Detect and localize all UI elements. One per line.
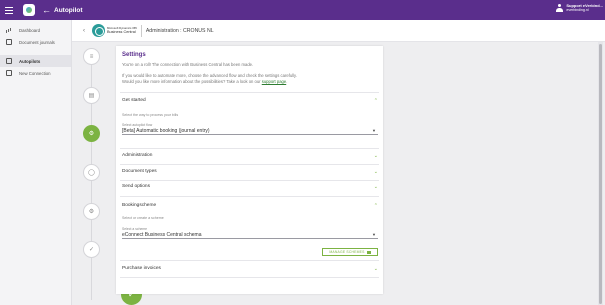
- settings-card: Settings You're on a roll! The connectio…: [116, 46, 383, 294]
- section-administration[interactable]: Administration ⌄: [122, 152, 378, 159]
- document-journal-icon: [6, 39, 12, 45]
- intro-text-3-body: Would you like more information about th…: [122, 79, 261, 84]
- section-send-options[interactable]: Send options ⌄: [122, 183, 378, 190]
- flow-select-label: Select autopilot flow: [122, 123, 153, 127]
- section-get-started[interactable]: Get started ⌃: [122, 97, 378, 104]
- chevron-left-icon[interactable]: ‹: [83, 28, 85, 34]
- divider: [120, 277, 379, 278]
- shield-icon: ◯: [88, 169, 95, 176]
- section-bookingscheme[interactable]: Bookingscheme ⌃: [122, 202, 378, 209]
- bookingscheme-hint: Select or create a scheme: [122, 216, 164, 220]
- chevron-down-icon: ⌄: [373, 152, 378, 159]
- top-bar: ← Autopilot Support eVerbind... everbind…: [0, 0, 605, 20]
- sidebar: Dashboard Document journals Autopilots N…: [0, 20, 72, 305]
- back-arrow-icon[interactable]: ←: [42, 0, 51, 20]
- manage-schemes-label: MANAGE SCHEMES: [329, 250, 365, 254]
- settings-title: Settings: [122, 52, 146, 58]
- scrollbar-thumb[interactable]: [599, 44, 602, 304]
- business-central-logo-icon: [92, 24, 105, 37]
- get-started-hint: Select the way to process your bills: [122, 113, 179, 117]
- section-label: Send options: [122, 184, 151, 189]
- section-label: Bookingscheme: [122, 203, 157, 208]
- dropdown-arrow-icon: ▼: [372, 232, 376, 237]
- step-complete[interactable]: ✓: [83, 241, 100, 258]
- section-label: Purchase invoices: [122, 266, 161, 271]
- sidebar-item-label: Document journals: [19, 39, 55, 45]
- sidebar-item-dashboard[interactable]: Dashboard: [0, 24, 71, 36]
- gear-outline-icon: ⚙: [88, 208, 95, 215]
- logo-line-2: Business Central: [107, 29, 136, 34]
- chart-icon: [6, 27, 12, 33]
- section-document-types[interactable]: Document types ⌄: [122, 168, 378, 175]
- sidebar-item-label: Dashboard: [19, 27, 41, 33]
- autopilot-flow-select[interactable]: [Beta] Automatic booking (journal entry)…: [122, 128, 378, 135]
- chevron-up-icon: ⌃: [373, 97, 378, 104]
- sidebar-item-document-journals[interactable]: Document journals: [0, 36, 71, 48]
- divider: [120, 164, 379, 165]
- autopilot-icon: [6, 58, 12, 64]
- chevron-up-icon: ⌃: [373, 202, 378, 209]
- sidebar-item-autopilots[interactable]: Autopilots: [0, 55, 71, 67]
- flow-select-value: [Beta] Automatic booking (journal entry): [122, 128, 210, 134]
- gear-icon: ⚙: [88, 130, 95, 137]
- sidebar-item-label: Autopilots: [19, 58, 41, 64]
- add-connection-icon: [6, 70, 12, 76]
- intro-text-3: Would you like more information about th…: [122, 79, 287, 84]
- sidebar-item-label: New Connection: [19, 70, 51, 76]
- documents-icon: ▤: [88, 92, 95, 99]
- user-menu[interactable]: Support eVerbind... everbinding.nl: [556, 3, 603, 13]
- menu-icon[interactable]: [5, 0, 19, 20]
- divider: [120, 260, 379, 261]
- page-title: Autopilot: [54, 6, 83, 14]
- manage-schemes-button[interactable]: MANAGE SCHEMES: [322, 248, 378, 256]
- step-config[interactable]: ⚙: [83, 203, 100, 220]
- scheme-select-value: eConnect Business Central schema: [122, 232, 202, 238]
- divider: [120, 196, 379, 197]
- check-icon: ✓: [88, 246, 95, 253]
- intro-text-2: If you would like to automate more, choo…: [122, 73, 297, 78]
- header-divider: [140, 24, 142, 37]
- chevron-down-icon: ⌄: [373, 168, 378, 175]
- scheme-select[interactable]: eConnect Business Central schema ▼: [122, 232, 378, 239]
- divider: [120, 92, 379, 93]
- section-label: Document types: [122, 169, 157, 174]
- administration-title: Administration : CRONUS NL: [145, 27, 214, 34]
- page-scrollbar[interactable]: [598, 42, 603, 305]
- main-header: ‹ Microsoft Dynamics 365 Business Centra…: [72, 20, 605, 42]
- app-logo: [23, 4, 35, 16]
- section-label: Get started: [122, 98, 146, 103]
- manage-icon: [366, 250, 371, 254]
- intro-text-1: You're on a roll! The connection with Bu…: [122, 62, 254, 67]
- section-purchase-invoices[interactable]: Purchase invoices ⌄: [122, 265, 378, 272]
- hamburger-icon: ≡: [89, 53, 94, 60]
- step-shield[interactable]: ◯: [83, 164, 100, 181]
- intro-text-3-end: .: [286, 79, 288, 84]
- dropdown-arrow-icon: ▼: [372, 128, 376, 133]
- business-central-logo: Microsoft Dynamics 365 Business Central: [92, 24, 137, 37]
- user-icon: [556, 3, 564, 13]
- step-documents[interactable]: ▤: [83, 87, 100, 104]
- user-email: everbinding.nl: [566, 8, 589, 12]
- section-label: Administration: [122, 153, 153, 158]
- scheme-select-label: Select a scheme: [122, 227, 148, 231]
- chevron-down-icon: ⌄: [373, 265, 378, 272]
- support-page-link[interactable]: support page: [262, 79, 286, 84]
- step-current[interactable]: ⚙: [83, 125, 100, 142]
- step-settings[interactable]: ≡: [83, 48, 100, 65]
- chevron-down-icon: ⌄: [373, 183, 378, 190]
- divider: [120, 148, 379, 149]
- divider: [120, 180, 379, 181]
- sidebar-item-new-connection[interactable]: New Connection: [0, 67, 71, 79]
